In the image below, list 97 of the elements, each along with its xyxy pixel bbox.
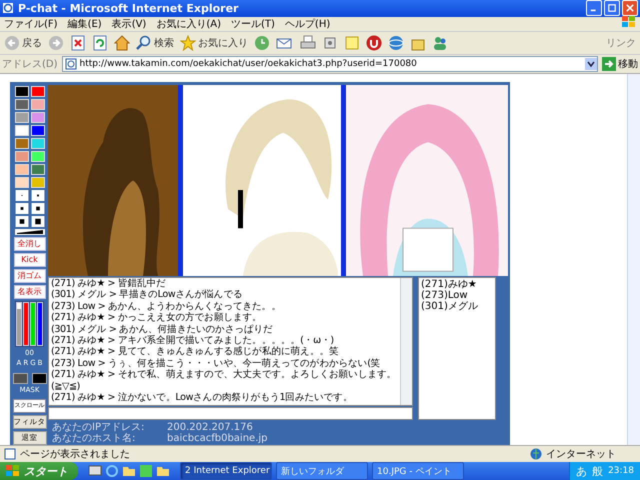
chat-input[interactable] (48, 406, 413, 420)
go-button[interactable]: 移動 (602, 56, 638, 71)
menu-item[interactable]: ヘルプ(H) (284, 16, 330, 31)
menu-item[interactable]: ファイル(F) (4, 16, 58, 31)
color-swatch[interactable] (30, 164, 44, 175)
note-icon[interactable] (344, 34, 360, 51)
chat-message: (273) Low > あかん、ようわからんくなってきた。。 (51, 300, 282, 312)
tool-button[interactable]: Kick (14, 252, 46, 267)
dropdown-icon[interactable] (585, 58, 597, 70)
menu-item[interactable]: お気に入り(A) (156, 16, 221, 31)
desktop-icon[interactable] (88, 464, 102, 478)
color-slider[interactable] (16, 302, 22, 346)
scrollbar[interactable] (400, 278, 412, 405)
browser-icon[interactable] (105, 464, 119, 478)
page-icon (4, 448, 16, 460)
color-swatch[interactable] (14, 138, 28, 149)
info-value: 200.202.207.176 (167, 422, 253, 433)
search-icon (136, 34, 152, 51)
color-swatch[interactable] (30, 86, 44, 97)
folder-icon[interactable] (156, 464, 170, 478)
folder-icon[interactable] (122, 464, 136, 478)
user-name[interactable]: (271)みゆ★ (421, 278, 493, 290)
close-icon (626, 4, 634, 12)
refresh-icon[interactable] (92, 34, 108, 51)
tool-button[interactable]: 名表示 (14, 284, 46, 299)
taskbar-button[interactable]: 10.JPG - ペイント (372, 462, 464, 480)
color-swatch[interactable] (14, 86, 28, 97)
color-swatch[interactable] (14, 176, 28, 188)
color-swatch[interactable] (14, 98, 28, 110)
taskbar-button[interactable]: 2 Internet Explorer (180, 462, 272, 480)
globe-icon (530, 448, 542, 460)
favorites-button[interactable]: お気に入り (180, 34, 248, 51)
line-width-icon[interactable] (14, 228, 44, 235)
color-swatch[interactable] (30, 176, 44, 188)
user-name[interactable]: (301)メグル (421, 300, 493, 312)
menu-item[interactable]: 編集(E) (68, 16, 102, 31)
tool-button[interactable]: 全消し (14, 236, 46, 251)
minimize-button[interactable] (586, 0, 602, 16)
pen-size-icon[interactable] (30, 216, 44, 227)
status-text: ページが表示されました (20, 448, 130, 462)
history-icon[interactable] (254, 34, 270, 51)
color-swatch[interactable] (30, 124, 44, 136)
chat-message: (271) みゆ★ > 見てて、きゅんきゅんする感じが私的に萌え。。笑 (51, 346, 340, 358)
back-button[interactable]: 戻る (4, 34, 42, 51)
color-swatch[interactable] (14, 112, 28, 123)
start-button[interactable]: スタート (0, 462, 78, 480)
chat-message: (271) みゆ★ > それで私、萌えますので、大丈夫です。よろしくお願いします。(≧▽≦) (51, 369, 398, 392)
chat-message: (301) メグル > 早描きのLowさんが悩んでる (51, 289, 244, 301)
page-scrollbar[interactable] (627, 74, 640, 446)
chat-message: (271) みゆ★ > 皆錯乱中だ (51, 278, 167, 289)
chat-message: (271) みゆ★ > 泣かないで。Lowさんの肉祭りがもう1回みたいです。 (51, 392, 354, 404)
menu-item[interactable]: 表示(V) (112, 16, 146, 31)
maximize-icon (608, 4, 616, 12)
windows-logo-icon (6, 465, 20, 477)
color-swatch[interactable] (30, 138, 44, 149)
info-label: あなたのホスト名: (52, 432, 136, 444)
chat-message: (271) みゆ★ > アキバ系全開で描いてみました。。。。。(・ω・) (51, 334, 335, 346)
page-icon (64, 58, 77, 70)
info-value: baicbcacfb0baine.jp (167, 432, 268, 444)
pen-size-icon[interactable] (14, 216, 28, 227)
color-swatch[interactable] (30, 150, 44, 162)
address-label: アドレス(D) (2, 58, 58, 71)
pen-size-icon[interactable] (14, 202, 28, 214)
browser-icon (2, 2, 14, 14)
user-name[interactable]: (273)Low (421, 290, 493, 301)
printer-icon[interactable] (300, 34, 316, 51)
search-button[interactable]: 検索 (136, 34, 174, 51)
pen-size-icon[interactable] (30, 190, 44, 201)
chat-message: (271) みゆ★ > かっこええ女の方でお願します。 (51, 312, 263, 324)
mask-swatch[interactable] (32, 372, 46, 384)
arrow-icon (602, 56, 616, 71)
zone-text: インターネット (546, 448, 617, 462)
star-icon (180, 34, 196, 51)
links-label[interactable]: リンク (606, 36, 636, 50)
tool-button[interactable]: 消ゴム (14, 268, 46, 283)
color-swatch[interactable] (14, 124, 28, 136)
info-label: あなたのIPアドレス: (52, 422, 146, 433)
color-swatch[interactable] (14, 164, 28, 175)
clock: 23:18 (608, 466, 634, 476)
home-icon[interactable] (114, 34, 130, 51)
close-button[interactable] (622, 0, 638, 16)
address-field[interactable]: http://www.takamin.com/oekakichat/user/oekakichat3.php?userid=170080 (62, 56, 598, 72)
window-title: P-chat - Microsoft Internet Explorer (18, 2, 240, 15)
mask-swatch[interactable] (12, 372, 28, 384)
chat-message: (301) メグル > あかん、何描きたいのかさっぱりだ (51, 324, 274, 335)
power-icon[interactable] (366, 34, 382, 51)
menu-item[interactable]: ツール(T) (231, 16, 275, 31)
color-swatch[interactable] (14, 150, 28, 162)
chat-message: (273) Low > うぅ、何を描こう・・・いや、今一萌えってのがわからない(笑 (51, 358, 382, 369)
globe-icon[interactable] (388, 34, 404, 51)
pen-size-icon[interactable] (30, 202, 44, 214)
maximize-button[interactable] (604, 0, 620, 16)
stop-icon[interactable] (70, 34, 86, 51)
people-icon[interactable] (432, 34, 448, 51)
color-swatch[interactable] (30, 98, 44, 110)
color-swatch[interactable] (30, 112, 44, 123)
taskbar-button[interactable]: 新しいフォルダ (276, 462, 368, 480)
